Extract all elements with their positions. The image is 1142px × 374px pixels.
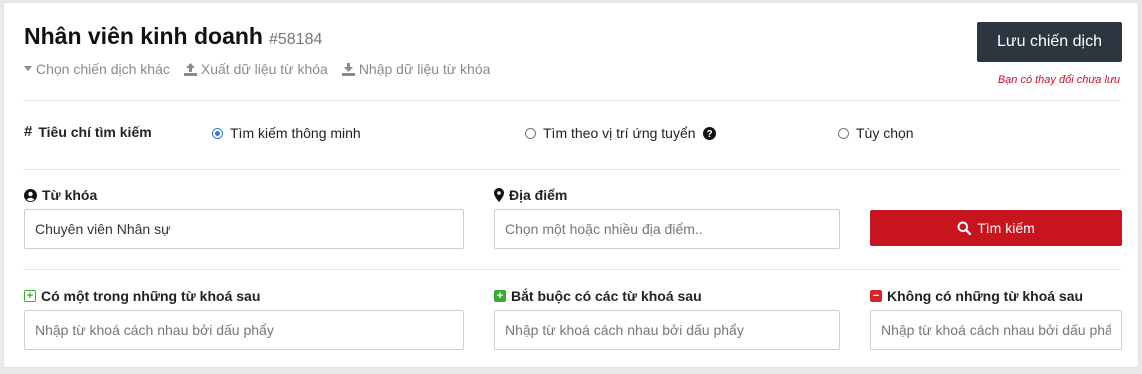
excluded-keywords-label: − Không có những từ khoá sau bbox=[870, 288, 1083, 304]
location-input[interactable] bbox=[494, 209, 840, 249]
page-title: Nhân viên kinh doanh #58184 bbox=[24, 23, 322, 50]
required-keywords-label: + Bắt buộc có các từ khoá sau bbox=[494, 288, 702, 304]
radio-label: Tìm kiếm thông minh bbox=[230, 125, 361, 141]
divider bbox=[23, 100, 1121, 101]
required-keywords-input[interactable] bbox=[494, 310, 840, 350]
excluded-keywords-input[interactable] bbox=[870, 310, 1122, 350]
radio-label: Tùy chọn bbox=[856, 125, 914, 141]
radio-custom[interactable]: Tùy chọn bbox=[838, 125, 914, 141]
unsaved-changes-note: Bạn có thay đổi chưa lưu bbox=[997, 74, 1120, 86]
plus-square-icon: + bbox=[494, 290, 506, 302]
divider bbox=[23, 169, 1121, 170]
search-button-label: Tìm kiếm bbox=[977, 220, 1035, 236]
campaign-id: #58184 bbox=[268, 31, 323, 48]
save-campaign-button[interactable]: Lưu chiến dịch bbox=[977, 22, 1122, 62]
keyword-input[interactable] bbox=[24, 209, 464, 249]
download-icon bbox=[341, 62, 355, 76]
svg-text:?: ? bbox=[706, 129, 712, 140]
any-keywords-text: Có một trong những từ khoá sau bbox=[41, 288, 261, 304]
keyword-field-label: Từ khóa bbox=[24, 187, 97, 203]
search-criteria-label: Tiêu chí tìm kiếm bbox=[38, 123, 152, 140]
campaign-card: Nhân viên kinh doanh #58184 Chọn chiến dị… bbox=[3, 2, 1139, 368]
required-keywords-text: Bắt buộc có các từ khoá sau bbox=[511, 288, 702, 304]
radio-smart-search[interactable]: Tìm kiếm thông minh bbox=[212, 125, 361, 141]
location-field-label: Địa điểm bbox=[494, 187, 567, 203]
any-keywords-label: + Có một trong những từ khoá sau bbox=[24, 288, 260, 304]
divider bbox=[23, 269, 1121, 270]
location-label-text: Địa điểm bbox=[509, 187, 568, 203]
import-keywords-label: Nhập dữ liệu từ khóa bbox=[358, 61, 491, 77]
upload-icon bbox=[183, 62, 197, 76]
excluded-keywords-text: Không có những từ khoá sau bbox=[887, 288, 1084, 304]
search-icon bbox=[957, 221, 972, 235]
radio-unselected-icon bbox=[838, 127, 849, 139]
import-keywords-link[interactable]: Nhập dữ liệu từ khóa bbox=[341, 61, 491, 77]
hash-icon: # bbox=[24, 123, 33, 140]
radio-unselected-icon bbox=[525, 127, 536, 139]
export-keywords-link[interactable]: Xuất dữ liệu từ khóa bbox=[183, 61, 328, 77]
search-button[interactable]: Tìm kiếm bbox=[870, 210, 1122, 246]
radio-selected-icon bbox=[212, 127, 223, 139]
radio-search-by-position[interactable]: Tìm theo vị trí ứng tuyển ? bbox=[525, 125, 716, 141]
campaign-title: Nhân viên kinh doanh bbox=[24, 23, 263, 49]
export-keywords-label: Xuất dữ liệu từ khóa bbox=[200, 61, 328, 77]
search-criteria-heading: # Tiêu chí tìm kiếm bbox=[24, 123, 152, 140]
campaign-actions: Chọn chiến dịch khác Xuất dữ liệu từ khó… bbox=[24, 61, 490, 77]
plus-square-outline-icon: + bbox=[24, 290, 36, 302]
help-icon[interactable]: ? bbox=[702, 126, 716, 140]
radio-label: Tìm theo vị trí ứng tuyển bbox=[543, 125, 696, 141]
map-marker-icon bbox=[494, 188, 504, 202]
choose-campaign-label: Chọn chiến dịch khác bbox=[36, 61, 170, 77]
minus-square-icon: − bbox=[870, 290, 882, 302]
any-keywords-input[interactable] bbox=[24, 310, 464, 350]
choose-campaign-link[interactable]: Chọn chiến dịch khác bbox=[24, 61, 170, 77]
user-circle-icon bbox=[24, 188, 37, 202]
caret-down-icon bbox=[24, 66, 32, 71]
keyword-label-text: Từ khóa bbox=[42, 187, 98, 203]
